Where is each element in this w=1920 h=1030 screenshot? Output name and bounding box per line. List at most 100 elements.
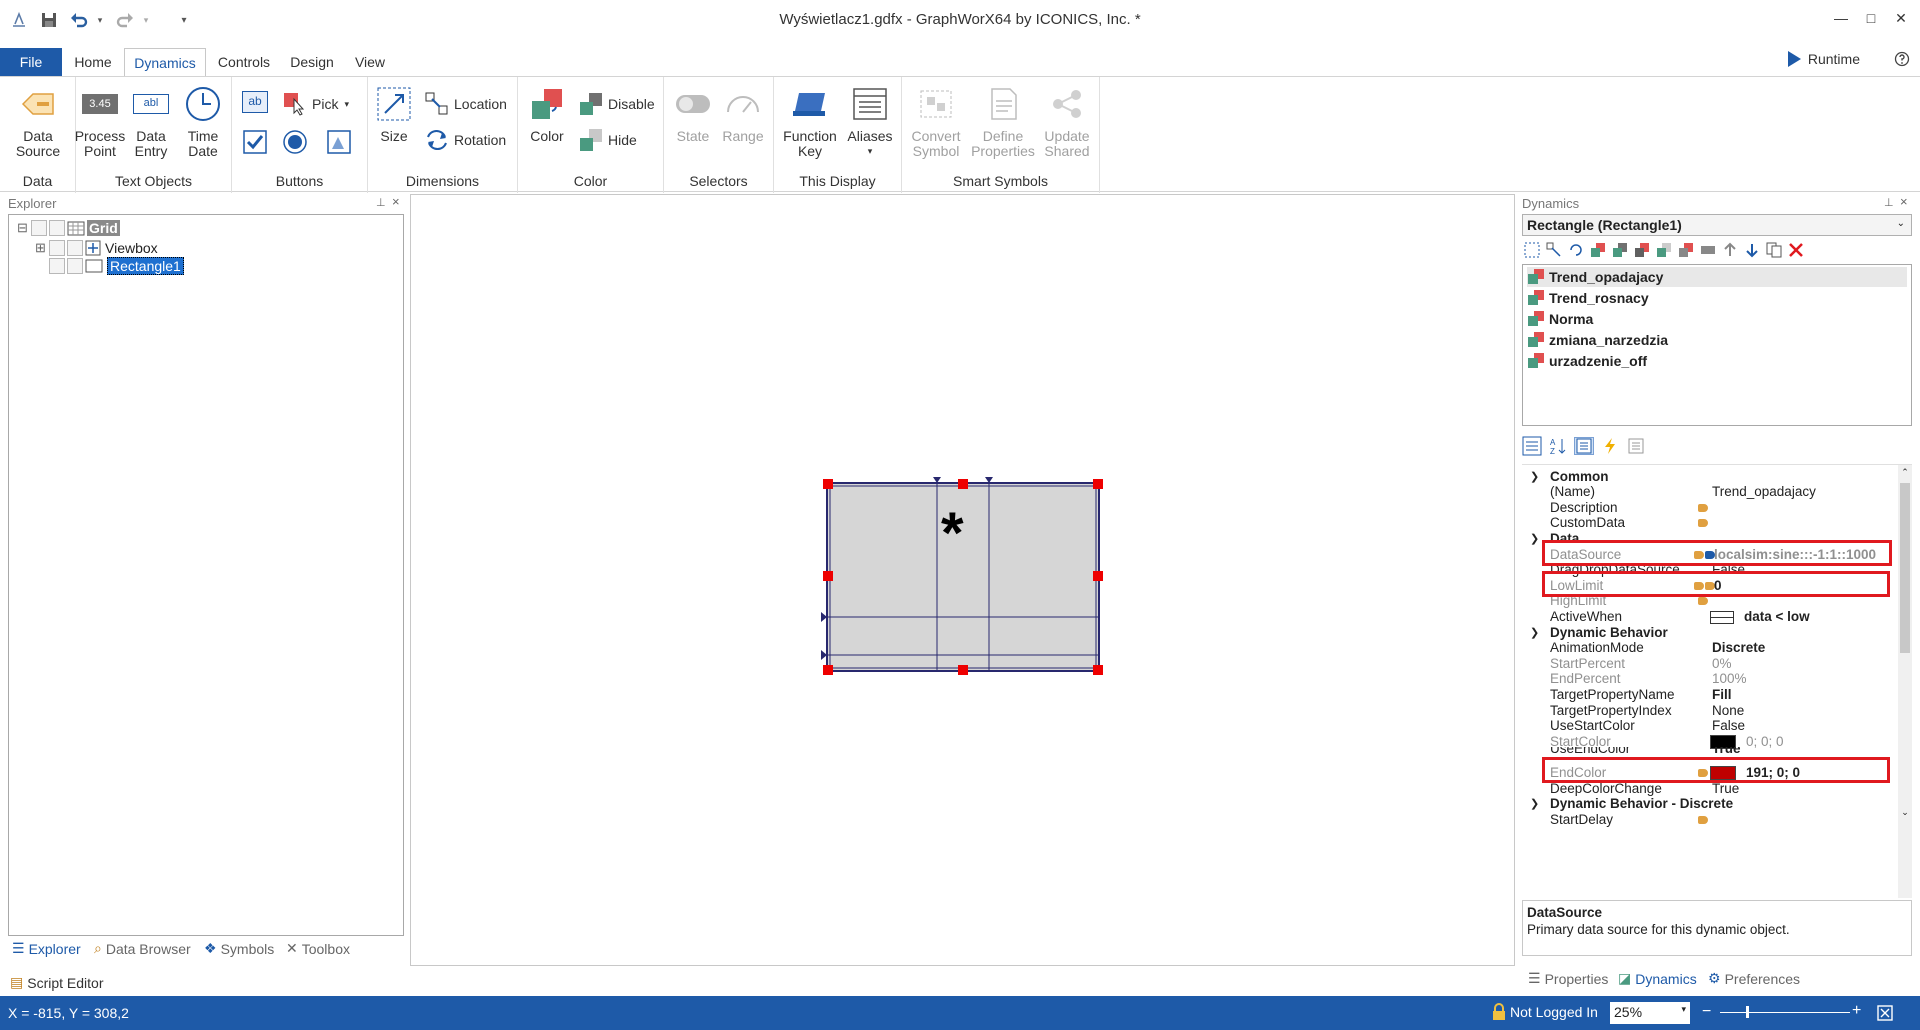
tab-home[interactable]: Home — [66, 48, 120, 76]
disable-button[interactable]: Disable — [578, 91, 655, 117]
zoom-in-icon[interactable]: + — [1852, 1003, 1861, 1019]
list-item[interactable]: Trend_opadajacy — [1527, 267, 1907, 287]
close-panel-icon[interactable]: × — [1900, 194, 1908, 209]
properties-view-icon[interactable] — [1574, 437, 1594, 455]
select-icon[interactable] — [1522, 241, 1542, 259]
text-dynamic-icon[interactable] — [1698, 241, 1718, 259]
zoom-slider-track[interactable] — [1720, 1012, 1850, 1013]
data-entry-button[interactable]: abl Data Entry — [128, 85, 174, 159]
property-row[interactable]: StartDelay — [1522, 810, 1897, 829]
tag-icon[interactable] — [1698, 515, 1708, 530]
pick-button[interactable]: Pick ▾ — [282, 91, 349, 117]
tab-file[interactable]: File — [0, 48, 62, 76]
checkbox-button-icon[interactable] — [242, 129, 268, 155]
tab-data-browser[interactable]: ⌕ Data Browser — [94, 940, 191, 957]
resize-handle-top-right[interactable] — [1093, 479, 1103, 489]
minimize-button[interactable]: — — [1826, 6, 1856, 30]
zoom-select[interactable]: 25% ▾ — [1610, 1002, 1690, 1024]
function-key-button[interactable]: Function Key — [780, 85, 840, 159]
lock-toggle-icon[interactable] — [67, 258, 83, 274]
resize-handle-bottom[interactable] — [958, 665, 968, 675]
rotation-button[interactable]: Rotation — [424, 127, 506, 153]
visibility-toggle-icon[interactable] — [31, 220, 47, 236]
data-source-button[interactable]: Data Source — [8, 85, 68, 159]
list-item[interactable]: urzadzenie_off — [1527, 351, 1907, 371]
list-item[interactable]: zmiana_narzedzia — [1527, 330, 1907, 350]
object-selector[interactable]: Rectangle (Rectangle1) ⌄ — [1522, 214, 1912, 236]
drawing-canvas[interactable]: * — [410, 194, 1515, 966]
pin-icon[interactable]: ⊥ — [1884, 196, 1894, 209]
disable-dynamic-icon[interactable] — [1676, 241, 1696, 259]
script-editor-tab[interactable]: ▤ Script Editor — [10, 974, 103, 991]
tree-item-rectangle1[interactable]: Rectangle1 — [49, 257, 184, 275]
visibility-toggle-icon[interactable] — [49, 258, 65, 274]
tab-view[interactable]: View — [346, 48, 394, 76]
tree-item-grid[interactable]: ⊟ Grid — [17, 219, 120, 237]
color-dynamic-icon[interactable] — [1588, 241, 1608, 259]
property-pages-icon[interactable] — [1626, 437, 1646, 455]
events-icon[interactable] — [1600, 437, 1620, 455]
zoom-slider-thumb[interactable] — [1746, 1006, 1749, 1018]
delete-icon[interactable] — [1786, 241, 1806, 259]
copy-icon[interactable] — [1764, 241, 1784, 259]
resize-handle-bottom-right[interactable] — [1093, 665, 1103, 675]
tag-icon[interactable] — [1698, 812, 1708, 827]
scroll-down-icon[interactable]: ⌄ — [1898, 805, 1912, 819]
tab-toolbox[interactable]: ✕ Toolbox — [286, 940, 350, 957]
scrollbar-thumb[interactable] — [1900, 483, 1910, 653]
list-item[interactable]: Trend_rosnacy — [1527, 288, 1907, 308]
radio-button-icon[interactable] — [282, 129, 308, 155]
close-panel-icon[interactable]: × — [392, 194, 400, 209]
fill-dynamic-icon[interactable] — [1610, 241, 1630, 259]
tab-dynamics[interactable]: Dynamics — [124, 48, 206, 77]
tab-properties[interactable]: ☰ Properties — [1528, 970, 1608, 987]
property-scrollbar[interactable]: ⌃ ⌄ — [1898, 465, 1912, 898]
hide-button[interactable]: Hide — [578, 127, 637, 153]
resize-handle-bottom-left[interactable] — [823, 665, 833, 675]
zoom-out-icon[interactable]: − — [1702, 1004, 1711, 1020]
expand-icon[interactable]: ⊞ — [35, 240, 49, 256]
size-dynamic-icon[interactable] — [1544, 241, 1564, 259]
visibility-toggle-icon[interactable] — [49, 240, 65, 256]
runtime-button[interactable]: Runtime — [1786, 50, 1860, 68]
time-date-button[interactable]: Time Date — [180, 85, 226, 159]
collapse-icon[interactable]: ❯ — [1530, 797, 1539, 810]
color-button[interactable]: Color — [524, 85, 570, 144]
process-point-button[interactable]: 3.45 Process Point — [75, 85, 125, 159]
size-button[interactable]: Size — [374, 85, 414, 144]
help-icon[interactable] — [1894, 50, 1910, 68]
fit-to-window-icon[interactable] — [1876, 1004, 1894, 1022]
tab-explorer[interactable]: ☰ Explorer — [12, 940, 81, 957]
lock-toggle-icon[interactable] — [49, 220, 65, 236]
maximize-button[interactable]: □ — [1856, 6, 1886, 30]
property-row[interactable]: UseEndColor True — [1522, 747, 1897, 757]
move-up-icon[interactable] — [1720, 241, 1740, 259]
flash-dynamic-icon[interactable] — [1632, 241, 1652, 259]
resize-handle-top-left[interactable] — [823, 479, 833, 489]
tab-symbols[interactable]: ❖ Symbols — [204, 940, 274, 957]
close-button[interactable]: ✕ — [1886, 6, 1916, 30]
resize-handle-left[interactable] — [823, 571, 833, 581]
pin-icon[interactable]: ⊥ — [376, 196, 386, 209]
aliases-button[interactable]: Aliases ▾ — [844, 85, 896, 159]
collapse-icon[interactable]: ❯ — [1530, 532, 1539, 545]
tab-preferences[interactable]: ⚙ Preferences — [1708, 970, 1800, 987]
scroll-up-icon[interactable]: ⌃ — [1898, 465, 1912, 479]
resize-handle-right[interactable] — [1093, 571, 1103, 581]
collapse-icon[interactable]: ⊟ — [17, 220, 31, 236]
rotation-dynamic-icon[interactable] — [1566, 241, 1586, 259]
move-down-icon[interactable] — [1742, 241, 1762, 259]
tab-controls[interactable]: Controls — [210, 48, 278, 76]
tab-dynamics-panel[interactable]: ◪ Dynamics — [1618, 970, 1697, 987]
login-status[interactable]: Not Logged In — [1492, 1003, 1598, 1021]
location-button[interactable]: Location — [424, 91, 507, 117]
categorized-icon[interactable] — [1522, 436, 1542, 456]
tree-item-viewbox[interactable]: ⊞ Viewbox — [35, 239, 158, 257]
tab-design[interactable]: Design — [282, 48, 342, 76]
hide-dynamic-icon[interactable] — [1654, 241, 1674, 259]
list-item[interactable]: Norma — [1527, 309, 1907, 329]
sort-alphabetical-icon[interactable]: AZ — [1548, 437, 1568, 456]
text-button-icon[interactable]: ab — [242, 91, 268, 117]
image-button-icon[interactable] — [326, 129, 352, 155]
lock-toggle-icon[interactable] — [67, 240, 83, 256]
